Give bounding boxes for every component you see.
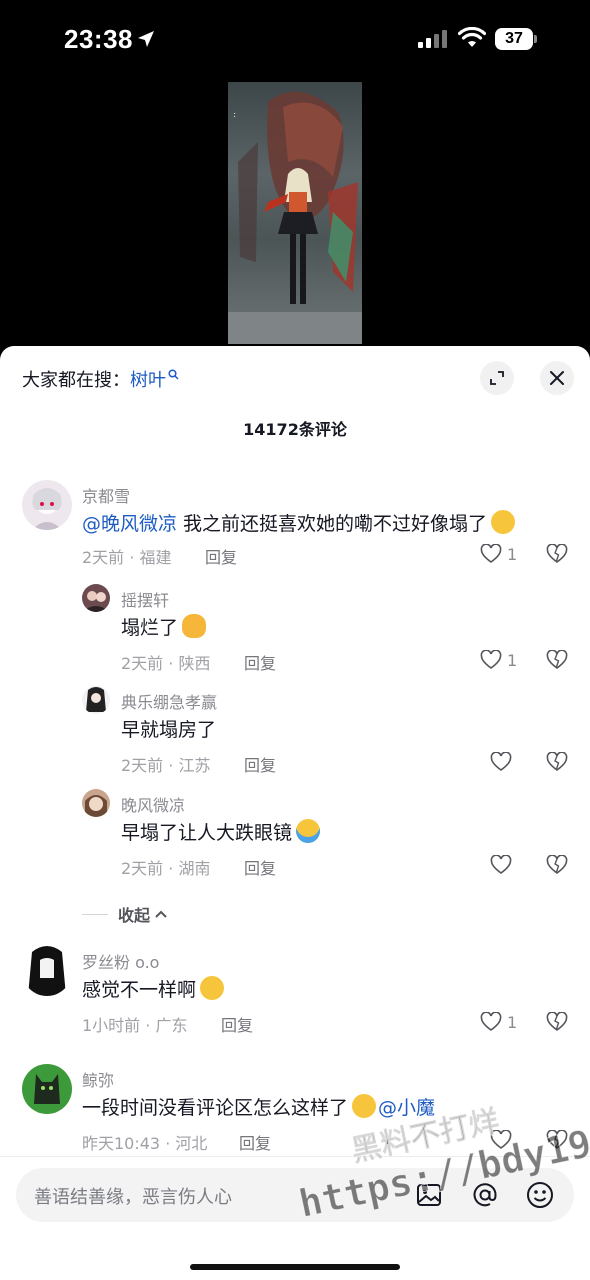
avatar[interactable] (22, 480, 72, 530)
like-button[interactable] (490, 1130, 517, 1150)
comment-body: 我之前还挺喜欢她的嘞不过好像塌了 (177, 513, 488, 535)
like-count: 1 (507, 650, 518, 670)
battery-icon: 37 (495, 28, 537, 50)
like-button[interactable]: 1 (480, 1012, 517, 1032)
eyeroll-emoji-icon (491, 510, 516, 534)
broken-heart-icon[interactable] (546, 1130, 568, 1150)
laughing-crying-emoji-icon (296, 819, 321, 843)
reply-button[interactable]: 回复 (244, 650, 276, 674)
reply-text: 塌烂了 (121, 613, 207, 640)
comment-username[interactable]: 鲸弥 (82, 1067, 114, 1091)
like-button[interactable]: 1 (480, 650, 517, 670)
comment-input[interactable]: 善语结善缘，恶言伤人心 (16, 1168, 574, 1222)
comment-sheet: 大家都在搜：树叶 14172条评论 京都雪 @晚风微凉 我之前还挺喜欢她的嘞不过… (0, 346, 590, 1280)
like-button[interactable] (490, 855, 517, 875)
video-scene-image: ‥ (228, 91, 362, 344)
reply-button[interactable]: 回复 (244, 855, 276, 879)
signal-icon (418, 30, 447, 48)
heart-icon (490, 752, 512, 771)
status-bar: 23:38 37 (0, 0, 590, 80)
avatar[interactable] (82, 789, 110, 817)
video-thumbnail[interactable]: ‥ (228, 82, 362, 344)
crying-emoji-icon (352, 1094, 377, 1118)
mention-link[interactable]: @晚风微凉 (82, 513, 177, 535)
avatar[interactable] (22, 1064, 72, 1114)
heart-icon (480, 650, 502, 669)
collapse-label: 收起 (118, 906, 151, 925)
like-button[interactable] (490, 752, 517, 772)
heart-icon (490, 1130, 512, 1149)
close-icon (550, 371, 564, 385)
broken-heart-icon[interactable] (546, 650, 568, 670)
broken-heart-icon[interactable] (546, 752, 568, 772)
comment-meta: 2天前 · 福建 (82, 548, 172, 567)
comment-username[interactable]: 京都雪 (82, 483, 130, 507)
wifi-icon (458, 27, 486, 47)
broken-heart-icon[interactable] (546, 544, 568, 564)
input-divider (0, 1156, 590, 1157)
trending-search-term[interactable]: 树叶 (130, 370, 166, 391)
comment-text: 一段时间没看评论区怎么这样了 @小魔 (82, 1093, 435, 1120)
comment-meta: 1小时前 · 广东 (82, 1016, 188, 1035)
reply-button[interactable]: 回复 (221, 1012, 253, 1036)
mention-link[interactable]: @小魔 (378, 1097, 435, 1119)
avatar[interactable] (82, 584, 110, 612)
reply-meta: 2天前 · 江苏 (121, 756, 211, 775)
heart-icon (480, 1012, 502, 1031)
reply-body: 早塌了让人大跌眼镜 (121, 822, 293, 844)
home-indicator (190, 1264, 400, 1270)
comment-input-placeholder: 善语结善缘，恶言伤人心 (34, 1187, 232, 1208)
svg-text:‥: ‥ (231, 112, 241, 118)
reply-body: 塌烂了 (121, 617, 179, 639)
status-time: 23:38 (64, 24, 133, 54)
at-icon[interactable] (472, 1182, 498, 1208)
comment-count: 14172条评论 (243, 420, 347, 439)
reply-button[interactable]: 回复 (205, 544, 237, 568)
reply-meta: 2天前 · 湖南 (121, 859, 211, 878)
search-icon (168, 369, 179, 380)
reply-username[interactable]: 摇摆轩 (121, 587, 169, 611)
ok-hand-emoji-icon (182, 614, 207, 638)
close-button[interactable] (540, 361, 574, 395)
avatar[interactable] (22, 946, 72, 996)
reply-text: 早塌了让人大跌眼镜 (121, 818, 321, 845)
heart-icon (490, 855, 512, 874)
comment-meta: 昨天10:43 · 河北 (82, 1134, 208, 1153)
expand-icon (490, 371, 504, 385)
reply-button[interactable]: 回复 (244, 752, 276, 776)
like-count: 1 (507, 1012, 518, 1032)
collapse-replies-button[interactable]: 收起 (82, 902, 168, 926)
location-arrow-icon (138, 31, 154, 47)
expand-button[interactable] (480, 361, 514, 395)
avatar[interactable] (82, 686, 110, 714)
trending-search-prefix: 大家都在搜： (22, 370, 130, 391)
reply-username[interactable]: 晚风微凉 (121, 792, 185, 816)
comment-text: 感觉不一样啊 (82, 975, 225, 1002)
like-button[interactable]: 1 (480, 544, 517, 564)
reply-text: 早就塌房了 (121, 719, 217, 741)
like-count: 1 (507, 544, 518, 564)
battery-level: 37 (495, 28, 533, 50)
reply-username[interactable]: 典乐绷急孝赢 (121, 689, 217, 713)
smiling-emoji-icon (200, 976, 225, 1000)
collapse-divider (82, 913, 108, 915)
chevron-up-icon (155, 910, 167, 918)
trending-search[interactable]: 大家都在搜：树叶 (22, 366, 179, 392)
broken-heart-icon[interactable] (546, 855, 568, 875)
comment-body: 一段时间没看评论区怎么这样了 (82, 1097, 349, 1119)
reply-meta: 2天前 · 陕西 (121, 654, 211, 673)
comment-username[interactable]: 罗丝粉 o.o (82, 949, 159, 973)
emoji-icon[interactable] (526, 1181, 554, 1209)
broken-heart-icon[interactable] (546, 1012, 568, 1032)
image-icon[interactable] (416, 1182, 442, 1208)
comment-body: 感觉不一样啊 (82, 979, 197, 1001)
comment-text: @晚风微凉 我之前还挺喜欢她的嘞不过好像塌了 (82, 509, 516, 536)
reply-button[interactable]: 回复 (239, 1130, 271, 1154)
heart-icon (480, 544, 502, 563)
